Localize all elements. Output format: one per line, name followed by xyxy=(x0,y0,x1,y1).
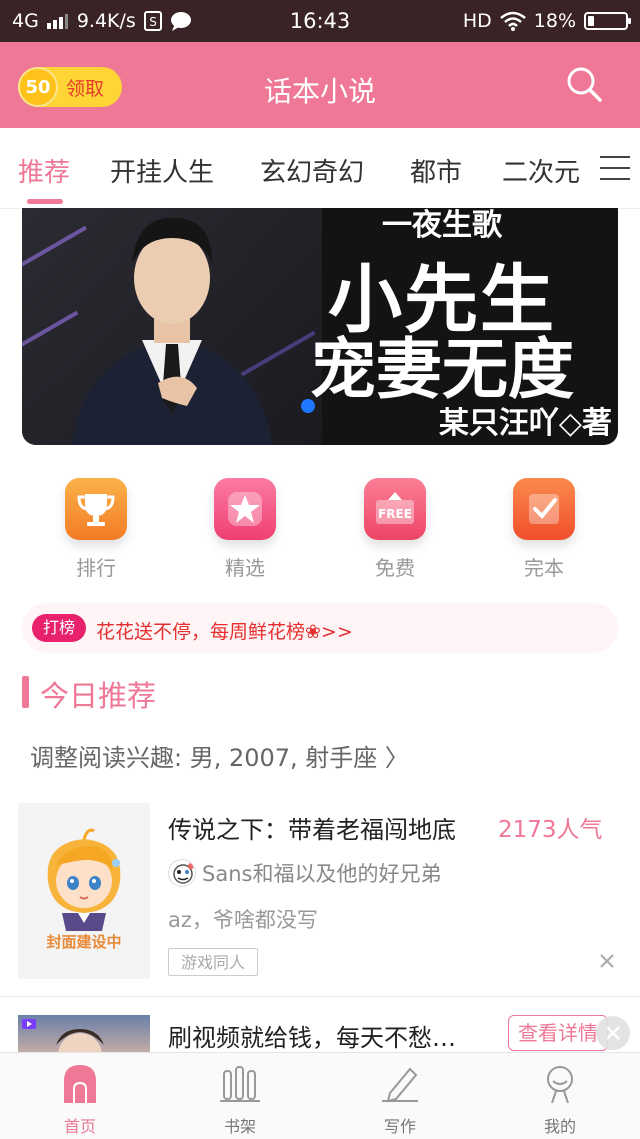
notice-text: 花花送不停，每周鲜花榜❀>> xyxy=(96,621,353,643)
wifi-icon xyxy=(499,11,526,31)
shortcut-grid: 排行 精选 FREE 免费 完本 xyxy=(0,478,640,588)
author-name: Sans和福以及他的好兄弟 xyxy=(202,862,442,886)
profile-icon xyxy=(547,1066,573,1104)
nav-write[interactable]: 写作 xyxy=(350,1063,450,1137)
divider xyxy=(0,996,640,997)
shortcut-label: 排行 xyxy=(76,556,116,580)
free-icon: FREE xyxy=(364,478,426,540)
section-accent xyxy=(22,676,29,708)
ad-title: 刷视频就给钱，每天不愁… xyxy=(168,1024,456,1052)
tab-indicator xyxy=(27,199,63,204)
nav-label: 书架 xyxy=(223,1117,256,1136)
view-details-button[interactable]: 查看详情 xyxy=(508,1015,608,1051)
adjust-interest-link[interactable]: 调整阅读兴趣: 男, 2007, 射手座 〉 xyxy=(30,738,409,773)
tab-fantasy[interactable]: 玄幻奇幻 xyxy=(260,152,364,189)
ad-card[interactable]: 刷视频就给钱，每天不愁… 查看详情 xyxy=(0,1012,640,1054)
ad-thumbnail xyxy=(18,1015,150,1054)
book-popularity: 2173人气 xyxy=(498,817,603,843)
trophy-icon xyxy=(65,478,127,540)
shortcut-completed[interactable]: 完本 xyxy=(484,478,604,581)
shortcut-label: 免费 xyxy=(375,556,415,580)
book-tag[interactable]: 游戏同人 xyxy=(168,948,258,976)
menu-icon[interactable] xyxy=(600,156,630,180)
app-title: 话本小说 xyxy=(263,75,376,108)
pen-icon xyxy=(382,1067,418,1103)
network-speed: 9.4K/s xyxy=(76,10,136,32)
avatar xyxy=(168,859,196,887)
banner-subtitle: 一夜生歌 xyxy=(382,208,502,243)
shortcut-label: 完本 xyxy=(524,556,564,580)
tab-urban[interactable]: 都市 xyxy=(410,152,462,189)
nav-home[interactable]: 首页 xyxy=(30,1063,130,1137)
shortcut-ranking[interactable]: 排行 xyxy=(36,478,156,581)
book-description: az，爷啥都没写 xyxy=(168,908,318,932)
category-tabs: 推荐 开挂人生 玄幻奇幻 都市 二次元 xyxy=(0,128,640,209)
featured-banner[interactable]: 一夜生歌 小先生 宠妻无度 某只汪吖◇著 xyxy=(22,208,618,445)
ad-close-icon[interactable] xyxy=(596,1016,630,1050)
bookshelf-icon xyxy=(220,1066,260,1102)
author-row: Sans和福以及他的好兄弟 xyxy=(168,858,441,888)
shortcut-featured[interactable]: 精选 xyxy=(185,478,305,581)
flower-rank-notice[interactable]: 打榜 花花送不停，每周鲜花榜❀>> xyxy=(22,603,618,653)
carousel-indicator xyxy=(301,399,315,413)
svg-text:S: S xyxy=(149,15,157,29)
book-title: 传说之下：带着老福闯地底 xyxy=(168,816,456,844)
battery-icon xyxy=(584,12,631,30)
search-icon[interactable] xyxy=(564,64,604,104)
placeholder-mascot-icon xyxy=(47,828,121,931)
star-icon xyxy=(214,478,276,540)
shortcut-free[interactable]: FREE 免费 xyxy=(335,478,455,581)
nav-label: 首页 xyxy=(63,1117,96,1136)
cover-caption: 封面建设中 xyxy=(46,933,122,951)
hd-indicator: HD xyxy=(462,10,492,32)
book-cover: 封面建设中 xyxy=(18,803,150,979)
tab-recommend[interactable]: 推荐 xyxy=(18,152,70,189)
bottom-navigation: 首页 书架 写作 我的 xyxy=(0,1052,640,1139)
sim-icon: S xyxy=(143,11,162,31)
app-bar: 50 领取 话本小说 xyxy=(0,42,640,128)
tab-cheat-life[interactable]: 开挂人生 xyxy=(110,152,214,189)
network-type: 4G xyxy=(12,10,39,32)
home-icon xyxy=(64,1065,96,1103)
shortcut-label: 精选 xyxy=(225,556,265,580)
signal-icon xyxy=(46,14,68,29)
message-icon xyxy=(170,12,191,31)
tab-anime[interactable]: 二次元 xyxy=(502,152,580,189)
banner-person-image xyxy=(72,217,272,445)
nav-label: 我的 xyxy=(543,1117,576,1136)
status-bar: 4G 9.4K/s S 16:43 HD 18% xyxy=(0,0,640,42)
battery-percent: 18% xyxy=(533,10,576,32)
book-card[interactable]: 封面建设中 传说之下：带着老福闯地底 2173人气 Sans和福以及他的好兄弟 … xyxy=(0,800,640,988)
nav-label: 写作 xyxy=(383,1117,416,1136)
close-icon[interactable] xyxy=(596,950,618,972)
checkbook-icon xyxy=(513,478,575,540)
banner-author: 某只汪吖◇著 xyxy=(438,406,612,441)
notice-badge: 打榜 xyxy=(32,614,86,642)
svg-text:FREE: FREE xyxy=(378,507,412,521)
section-title: 今日推荐 xyxy=(40,679,157,713)
nav-bookshelf[interactable]: 书架 xyxy=(190,1063,290,1137)
nav-profile[interactable]: 我的 xyxy=(510,1063,610,1137)
